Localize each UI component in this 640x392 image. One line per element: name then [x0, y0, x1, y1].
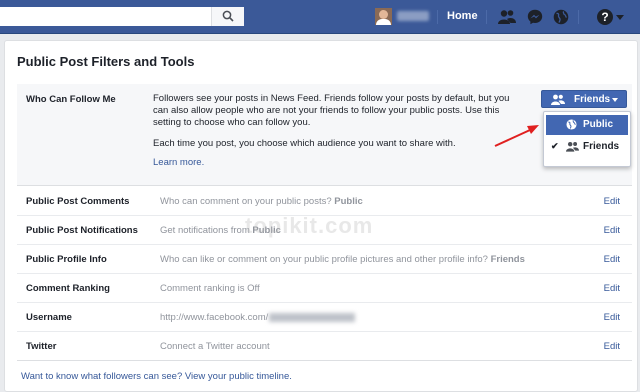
menu-item-label: Friends: [583, 141, 620, 152]
setting-label: Username: [26, 312, 72, 323]
globe-icon: [566, 119, 577, 130]
setting-row-comment-ranking: Comment Ranking Comment ranking is Off E…: [17, 273, 632, 303]
edit-link[interactable]: Edit: [604, 283, 620, 294]
audience-selector-button[interactable]: Friends: [541, 90, 627, 108]
setting-label: Twitter: [26, 341, 57, 352]
setting-row-public-post-comments: Public Post Comments Who can comment on …: [17, 186, 632, 216]
setting-label: Public Post Notifications: [26, 225, 138, 236]
audience-dropdown-menu: Public ✔ Friends: [543, 111, 631, 167]
setting-value: Who can like or comment on your public p…: [160, 254, 525, 265]
avatar[interactable]: [375, 8, 392, 25]
nav-divider: [578, 10, 579, 24]
edit-link[interactable]: Edit: [604, 341, 620, 352]
setting-label: Public Profile Info: [26, 254, 107, 265]
setting-label: Comment Ranking: [26, 283, 110, 294]
setting-value: Connect a Twitter account: [160, 341, 270, 352]
search-icon: [222, 10, 234, 22]
menu-item-friends[interactable]: ✔ Friends: [546, 137, 628, 157]
account-menu-chevron-icon[interactable]: [616, 15, 624, 20]
setting-value: Comment ranking is Off: [160, 283, 260, 294]
edit-link[interactable]: Edit: [604, 254, 620, 265]
blurred-username: [269, 312, 356, 322]
menu-item-label: Public: [583, 119, 614, 130]
watermark: topikit.com: [245, 213, 374, 238]
edit-link[interactable]: Edit: [604, 196, 620, 207]
page-title: Public Post Filters and Tools: [17, 54, 195, 69]
who-can-follow-section: Who Can Follow Me Followers see your pos…: [17, 84, 632, 186]
setting-label: Public Post Comments: [26, 196, 130, 207]
messages-icon[interactable]: [527, 9, 543, 25]
setting-value: Who can comment on your public posts? Pu…: [160, 196, 363, 207]
setting-value: http://www.facebook.com/: [160, 312, 356, 323]
follow-description-audience: Each time you post, you choose which aud…: [153, 138, 456, 149]
setting-row-twitter: Twitter Connect a Twitter account Edit: [17, 331, 632, 361]
setting-row-public-profile-info: Public Profile Info Who can like or comm…: [17, 244, 632, 274]
audience-selector-label: Friends: [574, 94, 611, 105]
top-navigation-bar: Home ?: [0, 0, 640, 34]
menu-item-public[interactable]: Public: [546, 115, 628, 135]
search-button[interactable]: [211, 7, 244, 26]
edit-link[interactable]: Edit: [604, 225, 620, 236]
nav-divider: [437, 10, 438, 24]
view-public-timeline-link[interactable]: Want to know what followers can see? Vie…: [21, 371, 292, 382]
checkmark-icon: ✔: [551, 141, 559, 151]
nav-divider: [486, 10, 487, 24]
friend-requests-icon[interactable]: [498, 9, 516, 25]
setting-row-username: Username http://www.facebook.com/ Edit: [17, 302, 632, 332]
learn-more-link[interactable]: Learn more.: [153, 157, 204, 168]
settings-panel: Public Post Filters and Tools Who Can Fo…: [4, 40, 638, 392]
search-input[interactable]: [0, 7, 243, 26]
follow-setting-label: Who Can Follow Me: [26, 94, 116, 105]
chevron-down-icon: [612, 98, 618, 102]
notifications-globe-icon[interactable]: [553, 9, 569, 25]
help-icon[interactable]: ?: [597, 9, 613, 25]
friends-icon: [566, 141, 579, 152]
follow-description: Followers see your posts in News Feed. F…: [153, 93, 510, 128]
profile-name-blurred[interactable]: [397, 11, 429, 21]
edit-link[interactable]: Edit: [604, 312, 620, 323]
home-link[interactable]: Home: [447, 10, 478, 22]
friends-icon: [551, 94, 565, 105]
